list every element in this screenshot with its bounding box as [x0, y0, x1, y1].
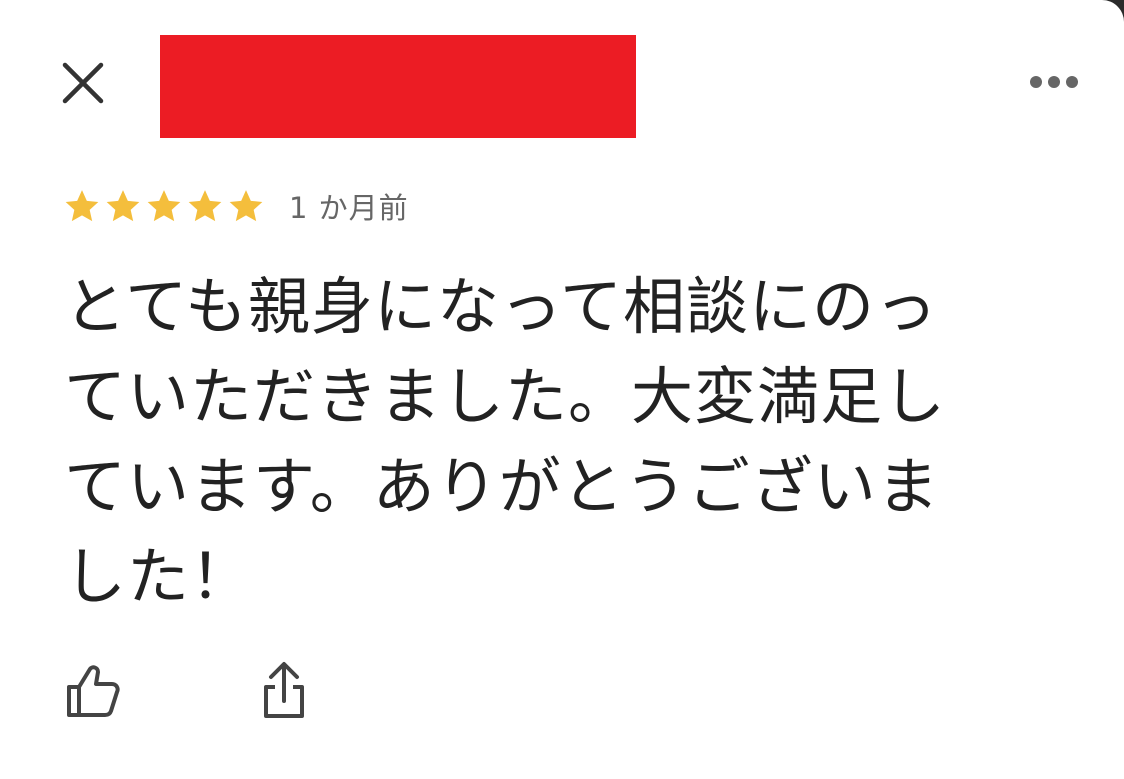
star-icon: [106, 190, 140, 222]
star-icon: [188, 190, 222, 222]
close-icon: [62, 62, 104, 104]
review-time: 1 か月前: [289, 191, 409, 225]
more-options-button[interactable]: [1024, 62, 1084, 102]
star-icon: [229, 190, 263, 222]
star-rating: [62, 186, 267, 226]
window-corner: [1100, 0, 1124, 24]
thumbs-up-icon: [67, 665, 120, 717]
review-actions: [60, 658, 316, 722]
share-button[interactable]: [252, 658, 316, 722]
like-button[interactable]: [60, 658, 124, 722]
review-text: とても親身になって相談にのっ ていただきました。大変満足し ています。ありがとう…: [64, 270, 947, 613]
close-button[interactable]: [56, 56, 110, 110]
star-icon: [147, 190, 181, 222]
rating-row: 1 か月前: [62, 186, 409, 226]
reviewer-name-redacted: [160, 35, 636, 138]
star-icon: [65, 190, 99, 222]
share-icon: [264, 662, 304, 718]
more-horizontal-icon: [1030, 76, 1078, 88]
